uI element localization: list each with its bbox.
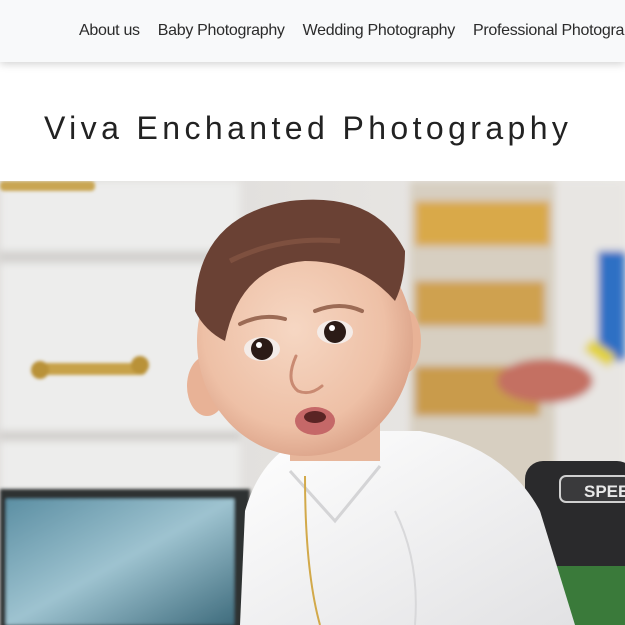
nav-item-about-us[interactable]: About us: [79, 22, 140, 40]
nav-item-wedding-photography[interactable]: Wedding Photography: [303, 22, 456, 40]
nav-menu: About us Baby Photography Wedding Photog…: [79, 0, 625, 62]
nav-item-professional-photography[interactable]: Professional Photography: [473, 22, 625, 40]
hero-image: SPEE: [0, 181, 625, 625]
nav-item-baby-photography[interactable]: Baby Photography: [158, 22, 285, 40]
hero-photo: SPEE: [0, 181, 625, 625]
toy-label: SPEE: [584, 482, 625, 501]
site-title[interactable]: Viva Enchanted Photography: [44, 110, 572, 147]
top-navigation: About us Baby Photography Wedding Photog…: [0, 0, 625, 62]
